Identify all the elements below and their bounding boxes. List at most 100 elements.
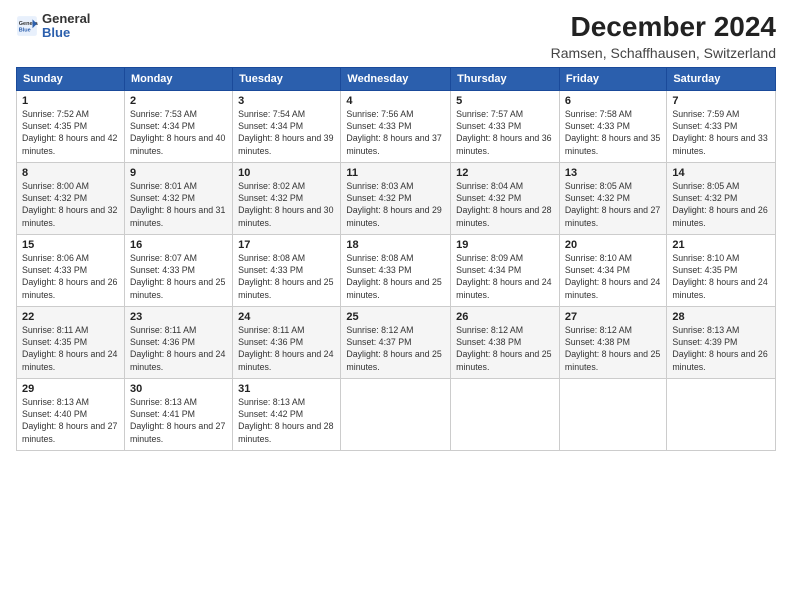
calendar-cell: 27Sunrise: 8:12 AMSunset: 4:38 PMDayligh…: [559, 306, 666, 378]
weekday-header: Monday: [124, 67, 232, 90]
calendar-cell: 17Sunrise: 8:08 AMSunset: 4:33 PMDayligh…: [233, 234, 341, 306]
calendar-week-row: 1Sunrise: 7:52 AMSunset: 4:35 PMDaylight…: [17, 90, 776, 162]
day-detail: Sunrise: 8:12 AMSunset: 4:37 PMDaylight:…: [346, 324, 445, 373]
calendar-cell: 30Sunrise: 8:13 AMSunset: 4:41 PMDayligh…: [124, 378, 232, 450]
calendar-cell: [341, 378, 451, 450]
calendar-cell: 16Sunrise: 8:07 AMSunset: 4:33 PMDayligh…: [124, 234, 232, 306]
day-detail: Sunrise: 7:59 AMSunset: 4:33 PMDaylight:…: [672, 108, 770, 157]
calendar-cell: 25Sunrise: 8:12 AMSunset: 4:37 PMDayligh…: [341, 306, 451, 378]
calendar-cell: 10Sunrise: 8:02 AMSunset: 4:32 PMDayligh…: [233, 162, 341, 234]
calendar-cell: 14Sunrise: 8:05 AMSunset: 4:32 PMDayligh…: [667, 162, 776, 234]
day-detail: Sunrise: 7:52 AMSunset: 4:35 PMDaylight:…: [22, 108, 119, 157]
day-number: 31: [238, 383, 335, 395]
calendar-table: SundayMondayTuesdayWednesdayThursdayFrid…: [16, 67, 776, 451]
day-detail: Sunrise: 8:04 AMSunset: 4:32 PMDaylight:…: [456, 180, 554, 229]
day-number: 20: [565, 239, 661, 251]
day-number: 12: [456, 167, 554, 179]
calendar-header-row: SundayMondayTuesdayWednesdayThursdayFrid…: [17, 67, 776, 90]
day-number: 18: [346, 239, 445, 251]
calendar-cell: [451, 378, 560, 450]
calendar-cell: 31Sunrise: 8:13 AMSunset: 4:42 PMDayligh…: [233, 378, 341, 450]
day-detail: Sunrise: 7:53 AMSunset: 4:34 PMDaylight:…: [130, 108, 227, 157]
day-detail: Sunrise: 8:11 AMSunset: 4:36 PMDaylight:…: [130, 324, 227, 373]
day-detail: Sunrise: 8:12 AMSunset: 4:38 PMDaylight:…: [565, 324, 661, 373]
day-number: 13: [565, 167, 661, 179]
calendar-cell: 3Sunrise: 7:54 AMSunset: 4:34 PMDaylight…: [233, 90, 341, 162]
calendar-cell: 5Sunrise: 7:57 AMSunset: 4:33 PMDaylight…: [451, 90, 560, 162]
calendar-cell: 11Sunrise: 8:03 AMSunset: 4:32 PMDayligh…: [341, 162, 451, 234]
logo-general: General: [42, 12, 90, 26]
day-detail: Sunrise: 8:05 AMSunset: 4:32 PMDaylight:…: [565, 180, 661, 229]
day-detail: Sunrise: 8:13 AMSunset: 4:39 PMDaylight:…: [672, 324, 770, 373]
subtitle: Ramsen, Schaffhausen, Switzerland: [551, 45, 776, 61]
calendar-cell: [667, 378, 776, 450]
day-detail: Sunrise: 8:11 AMSunset: 4:36 PMDaylight:…: [238, 324, 335, 373]
calendar-cell: 9Sunrise: 8:01 AMSunset: 4:32 PMDaylight…: [124, 162, 232, 234]
day-detail: Sunrise: 8:10 AMSunset: 4:34 PMDaylight:…: [565, 252, 661, 301]
day-number: 1: [22, 95, 119, 107]
day-detail: Sunrise: 8:00 AMSunset: 4:32 PMDaylight:…: [22, 180, 119, 229]
day-detail: Sunrise: 7:58 AMSunset: 4:33 PMDaylight:…: [565, 108, 661, 157]
calendar-cell: 1Sunrise: 7:52 AMSunset: 4:35 PMDaylight…: [17, 90, 125, 162]
calendar-week-row: 8Sunrise: 8:00 AMSunset: 4:32 PMDaylight…: [17, 162, 776, 234]
day-detail: Sunrise: 8:12 AMSunset: 4:38 PMDaylight:…: [456, 324, 554, 373]
day-number: 8: [22, 167, 119, 179]
page-container: General Blue General Blue December 2024 …: [0, 0, 792, 612]
calendar-cell: 29Sunrise: 8:13 AMSunset: 4:40 PMDayligh…: [17, 378, 125, 450]
day-number: 26: [456, 311, 554, 323]
day-detail: Sunrise: 8:02 AMSunset: 4:32 PMDaylight:…: [238, 180, 335, 229]
weekday-header: Thursday: [451, 67, 560, 90]
day-number: 23: [130, 311, 227, 323]
day-detail: Sunrise: 7:54 AMSunset: 4:34 PMDaylight:…: [238, 108, 335, 157]
day-number: 16: [130, 239, 227, 251]
calendar-cell: 12Sunrise: 8:04 AMSunset: 4:32 PMDayligh…: [451, 162, 560, 234]
day-detail: Sunrise: 8:08 AMSunset: 4:33 PMDaylight:…: [346, 252, 445, 301]
calendar-cell: 20Sunrise: 8:10 AMSunset: 4:34 PMDayligh…: [559, 234, 666, 306]
day-detail: Sunrise: 8:09 AMSunset: 4:34 PMDaylight:…: [456, 252, 554, 301]
day-number: 30: [130, 383, 227, 395]
calendar-cell: 8Sunrise: 8:00 AMSunset: 4:32 PMDaylight…: [17, 162, 125, 234]
day-detail: Sunrise: 7:56 AMSunset: 4:33 PMDaylight:…: [346, 108, 445, 157]
day-number: 19: [456, 239, 554, 251]
logo-blue: Blue: [42, 26, 90, 40]
day-detail: Sunrise: 8:06 AMSunset: 4:33 PMDaylight:…: [22, 252, 119, 301]
day-number: 22: [22, 311, 119, 323]
day-detail: Sunrise: 8:10 AMSunset: 4:35 PMDaylight:…: [672, 252, 770, 301]
calendar-cell: 15Sunrise: 8:06 AMSunset: 4:33 PMDayligh…: [17, 234, 125, 306]
day-detail: Sunrise: 7:57 AMSunset: 4:33 PMDaylight:…: [456, 108, 554, 157]
calendar-week-row: 15Sunrise: 8:06 AMSunset: 4:33 PMDayligh…: [17, 234, 776, 306]
day-number: 9: [130, 167, 227, 179]
day-number: 11: [346, 167, 445, 179]
weekday-header: Sunday: [17, 67, 125, 90]
calendar-week-row: 29Sunrise: 8:13 AMSunset: 4:40 PMDayligh…: [17, 378, 776, 450]
calendar-cell: 23Sunrise: 8:11 AMSunset: 4:36 PMDayligh…: [124, 306, 232, 378]
day-detail: Sunrise: 8:07 AMSunset: 4:33 PMDaylight:…: [130, 252, 227, 301]
header: General Blue General Blue December 2024 …: [16, 12, 776, 61]
logo: General Blue General Blue: [16, 12, 90, 41]
weekday-header: Tuesday: [233, 67, 341, 90]
day-number: 2: [130, 95, 227, 107]
main-title: December 2024: [551, 12, 776, 43]
day-number: 3: [238, 95, 335, 107]
calendar-cell: [559, 378, 666, 450]
day-number: 27: [565, 311, 661, 323]
day-detail: Sunrise: 8:05 AMSunset: 4:32 PMDaylight:…: [672, 180, 770, 229]
calendar-cell: 21Sunrise: 8:10 AMSunset: 4:35 PMDayligh…: [667, 234, 776, 306]
day-number: 21: [672, 239, 770, 251]
logo-text: General Blue: [42, 12, 90, 41]
calendar-cell: 26Sunrise: 8:12 AMSunset: 4:38 PMDayligh…: [451, 306, 560, 378]
calendar-cell: 2Sunrise: 7:53 AMSunset: 4:34 PMDaylight…: [124, 90, 232, 162]
weekday-header: Friday: [559, 67, 666, 90]
calendar-cell: 4Sunrise: 7:56 AMSunset: 4:33 PMDaylight…: [341, 90, 451, 162]
day-detail: Sunrise: 8:01 AMSunset: 4:32 PMDaylight:…: [130, 180, 227, 229]
calendar-cell: 7Sunrise: 7:59 AMSunset: 4:33 PMDaylight…: [667, 90, 776, 162]
calendar-cell: 28Sunrise: 8:13 AMSunset: 4:39 PMDayligh…: [667, 306, 776, 378]
day-number: 4: [346, 95, 445, 107]
weekday-header: Wednesday: [341, 67, 451, 90]
day-detail: Sunrise: 8:08 AMSunset: 4:33 PMDaylight:…: [238, 252, 335, 301]
day-number: 10: [238, 167, 335, 179]
calendar-cell: 13Sunrise: 8:05 AMSunset: 4:32 PMDayligh…: [559, 162, 666, 234]
day-number: 14: [672, 167, 770, 179]
day-number: 29: [22, 383, 119, 395]
calendar-cell: 22Sunrise: 8:11 AMSunset: 4:35 PMDayligh…: [17, 306, 125, 378]
